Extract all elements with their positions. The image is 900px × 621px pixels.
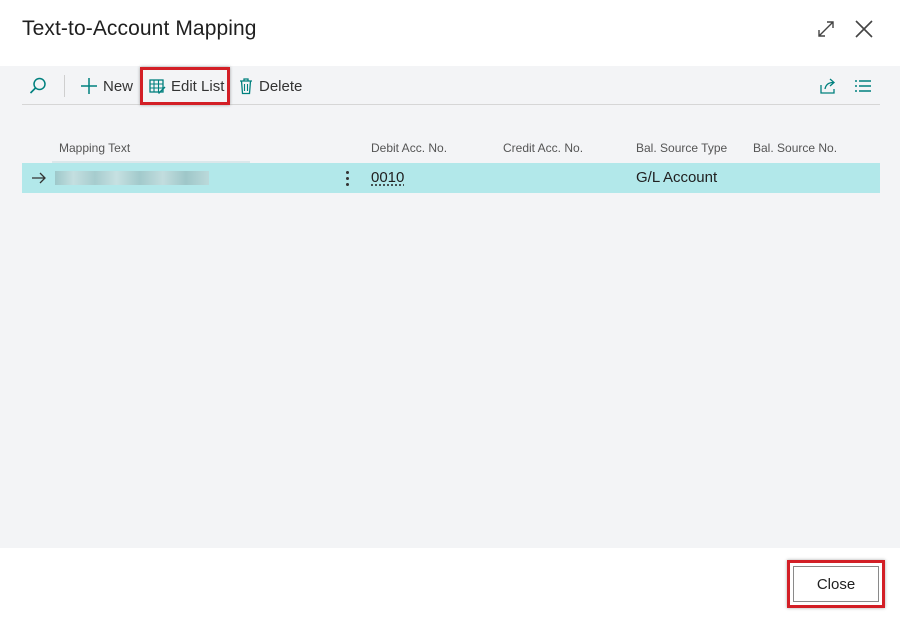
dialog-header: Text-to-Account Mapping <box>0 0 900 66</box>
header-actions <box>814 17 876 41</box>
new-button[interactable]: New <box>80 74 133 98</box>
trash-icon <box>240 78 252 95</box>
delete-button-label: Delete <box>259 77 303 95</box>
search-button[interactable] <box>28 74 48 98</box>
debit-acc-no-cell[interactable]: 0010 <box>371 169 404 186</box>
dialog-footer <box>0 548 900 621</box>
toolbar-divider <box>64 75 65 97</box>
edit-list-icon <box>149 78 166 94</box>
grid-header: Mapping Text Debit Acc. No. Credit Acc. … <box>22 138 880 164</box>
close-button[interactable]: Close <box>793 566 879 602</box>
close-dialog-button[interactable] <box>852 17 876 41</box>
column-header-bal-source-no[interactable]: Bal. Source No. <box>753 141 837 155</box>
delete-button[interactable]: Delete <box>238 74 302 98</box>
more-options-icon[interactable] <box>340 168 354 188</box>
row-arrow-icon <box>32 172 46 184</box>
expand-button[interactable] <box>814 17 838 41</box>
list-view-icon <box>855 80 871 92</box>
search-icon <box>29 77 46 94</box>
plus-icon <box>81 78 97 94</box>
new-button-label: New <box>103 77 134 95</box>
edit-list-button[interactable]: Edit List <box>149 74 224 98</box>
share-icon <box>820 78 835 94</box>
column-header-bal-source-type[interactable]: Bal. Source Type <box>636 141 727 155</box>
action-toolbar: New Edit List Delete <box>22 66 880 105</box>
dialog-title: Text-to-Account Mapping <box>22 17 257 40</box>
close-icon <box>855 20 873 38</box>
mapping-text-cell-redacted[interactable] <box>55 171 209 185</box>
share-button[interactable] <box>819 74 838 98</box>
bal-source-type-cell[interactable]: G/L Account <box>636 169 717 186</box>
list-view-button[interactable] <box>854 74 872 98</box>
column-header-credit-acc-no[interactable]: Credit Acc. No. <box>503 141 583 155</box>
expand-icon <box>818 21 834 37</box>
column-header-debit-acc-no[interactable]: Debit Acc. No. <box>371 141 447 155</box>
table-row[interactable]: 0010 G/L Account <box>22 163 880 193</box>
column-header-mapping-text[interactable]: Mapping Text <box>59 141 130 155</box>
content-area: New Edit List Delete Mapping Text Debit … <box>0 66 900 548</box>
edit-list-button-label: Edit List <box>171 77 225 95</box>
